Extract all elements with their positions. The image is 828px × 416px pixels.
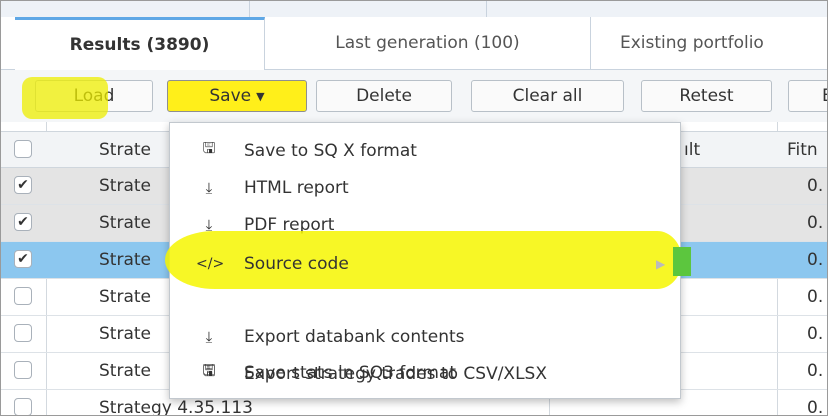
strategy-name: Strate bbox=[99, 176, 151, 196]
delete-button[interactable]: Delete bbox=[316, 80, 452, 112]
save-button[interactable]: Save ▼ bbox=[167, 80, 307, 112]
row-checkbox[interactable] bbox=[14, 398, 32, 415]
strategy-name: Strate bbox=[99, 324, 151, 344]
fitness-value: 0. bbox=[807, 324, 824, 344]
submenu-arrow-icon: ▶ bbox=[656, 256, 666, 271]
save-button-label: Save bbox=[209, 86, 252, 106]
menu-item-html-report[interactable]: ⤓ HTML report bbox=[170, 169, 680, 206]
more-button[interactable]: E bbox=[788, 80, 827, 112]
tab-results[interactable]: Results (3890) bbox=[15, 17, 265, 70]
menu-item-label: Save stats in SQ3 format bbox=[244, 362, 457, 383]
strategy-name: Strate bbox=[99, 287, 151, 307]
row-checkbox[interactable]: ✔ bbox=[14, 176, 32, 194]
column-header-strategy[interactable]: Strate bbox=[99, 132, 151, 168]
row-checkbox[interactable] bbox=[14, 324, 32, 342]
row-checkbox[interactable]: ✔ bbox=[14, 250, 32, 268]
upper-tab[interactable] bbox=[1, 1, 250, 17]
upper-tab-strip bbox=[1, 1, 827, 18]
download-icon: ⤓ bbox=[205, 178, 213, 197]
column-header-result[interactable]: ılt bbox=[684, 132, 700, 168]
row-checkbox[interactable] bbox=[14, 361, 32, 379]
fitness-value: 0. bbox=[807, 213, 824, 233]
fitness-value: 0. bbox=[807, 176, 824, 196]
tab-existing-portfolio[interactable]: Existing portfolio bbox=[591, 17, 827, 69]
clear-all-button[interactable]: Clear all bbox=[471, 80, 624, 112]
menu-item-label: Save to SQ X format bbox=[244, 140, 417, 161]
menu-item-save-sqx[interactable]: 🖫 Save to SQ X format bbox=[170, 132, 680, 169]
strategy-name: Strate bbox=[99, 213, 151, 233]
download-icon: ⤓ bbox=[205, 327, 213, 346]
column-header-fitness[interactable]: Fitn bbox=[787, 132, 818, 168]
save-button-highlight bbox=[22, 77, 108, 119]
fitness-value: 0. bbox=[807, 361, 824, 381]
results-tabs: Results (3890) Last generation (100) Exi… bbox=[1, 17, 827, 70]
row-checkbox[interactable] bbox=[14, 287, 32, 305]
strategy-name: Strate bbox=[99, 250, 151, 270]
menu-item-label: Source code bbox=[244, 253, 349, 274]
select-all-checkbox[interactable] bbox=[14, 140, 32, 158]
fitness-value: 0. bbox=[807, 287, 824, 307]
floppy-disk-icon: 🖫 bbox=[202, 139, 216, 157]
floppy-disk-icon: 🖫 bbox=[202, 361, 216, 379]
menu-item-export-databank[interactable]: ⤓ Export databank contents bbox=[170, 318, 680, 355]
menu-item-label: Export databank contents bbox=[244, 326, 465, 347]
fitness-value: 0. bbox=[807, 250, 824, 270]
databank-toolbar: Load Save▼ Delete Clear all Retest E bbox=[1, 70, 827, 122]
menu-item-source-code[interactable]: </> Source code ▶ bbox=[170, 245, 680, 282]
caret-down-icon: ▼ bbox=[256, 89, 265, 103]
retest-button[interactable]: Retest bbox=[641, 80, 772, 112]
menu-item-label: HTML report bbox=[244, 177, 349, 198]
upper-tab[interactable] bbox=[250, 1, 487, 17]
strategy-name: Strate bbox=[99, 361, 151, 381]
row-checkbox[interactable]: ✔ bbox=[14, 213, 32, 231]
fitness-value: 0. bbox=[807, 398, 824, 416]
code-icon: </> bbox=[196, 255, 225, 272]
menu-item-save-stats-sq3[interactable]: 🖫 Save stats in SQ3 format bbox=[170, 354, 680, 391]
tab-last-generation[interactable]: Last generation (100) bbox=[265, 17, 591, 69]
